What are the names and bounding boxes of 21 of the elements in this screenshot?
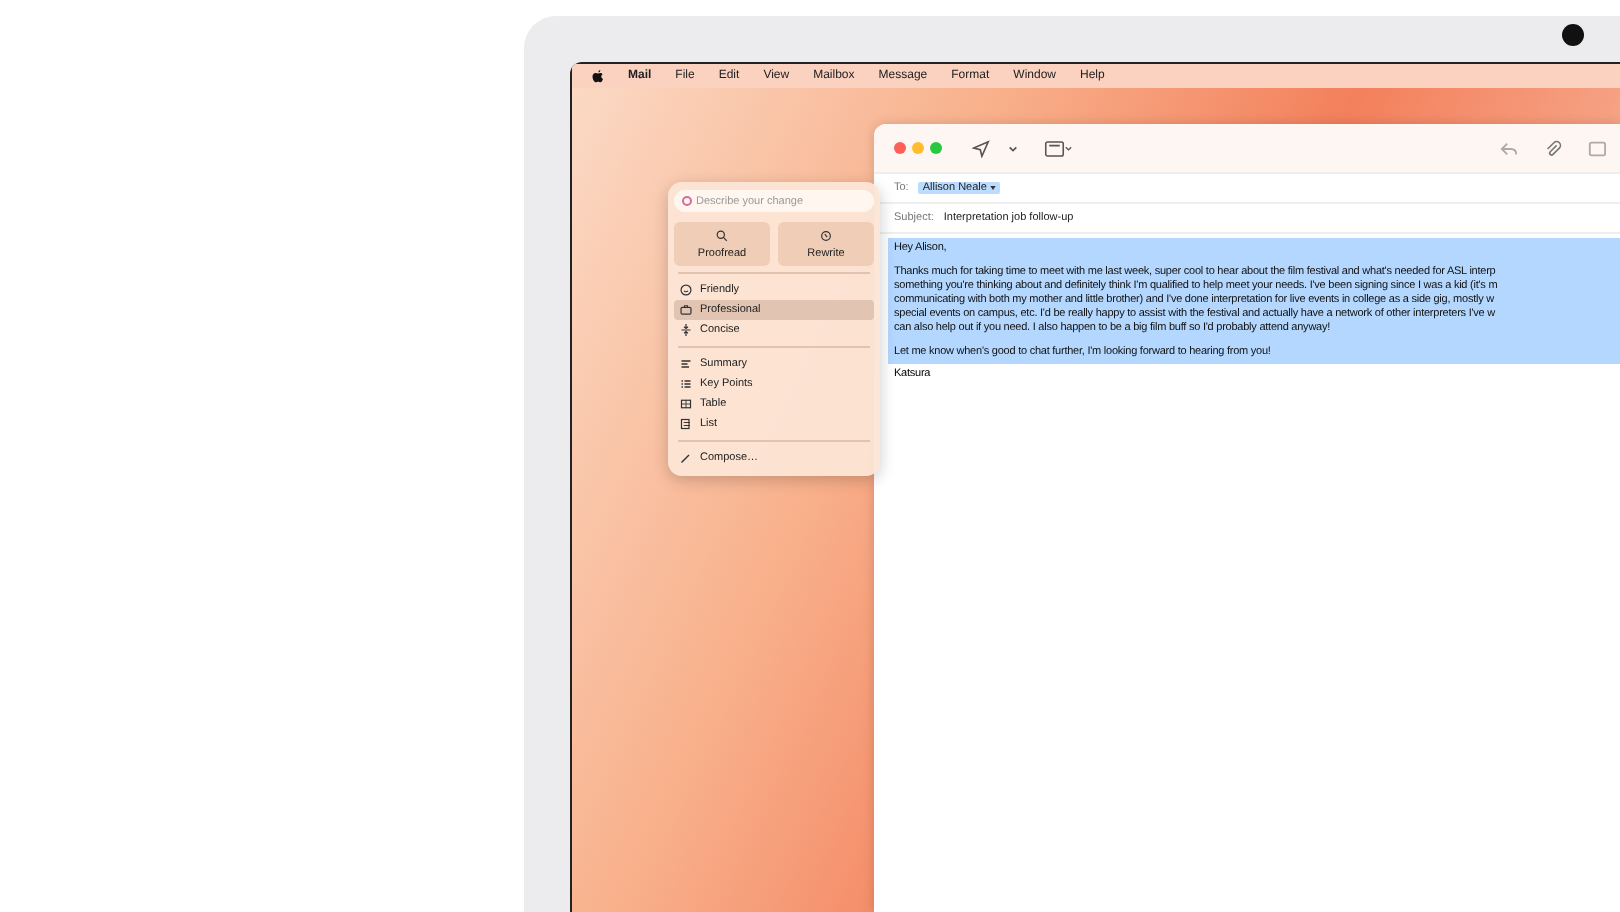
close-icon[interactable]: [894, 142, 906, 154]
chevron-icon[interactable]: [1008, 143, 1018, 153]
camera-icon: [1562, 24, 1584, 46]
reply-icon[interactable]: [1500, 139, 1518, 157]
bullet-list-icon: [680, 378, 692, 390]
briefcase-icon: [680, 304, 692, 316]
pencil-icon: [680, 452, 692, 464]
apple-icon: [592, 69, 604, 83]
caret-icon: [989, 185, 996, 190]
list-icon: [680, 418, 692, 430]
paperclip-icon[interactable]: [1544, 139, 1562, 157]
format-icon[interactable]: [1044, 139, 1072, 157]
zoom-icon[interactable]: [930, 142, 942, 154]
smiley-icon: [680, 284, 692, 296]
compress-icon: [680, 324, 692, 336]
table-icon: [680, 398, 692, 410]
send-icon[interactable]: [972, 139, 990, 157]
magnifier-icon: [716, 229, 728, 241]
sparkle-ring-icon: [682, 196, 692, 206]
lines-icon: [680, 358, 692, 370]
minimize-icon[interactable]: [912, 142, 924, 154]
